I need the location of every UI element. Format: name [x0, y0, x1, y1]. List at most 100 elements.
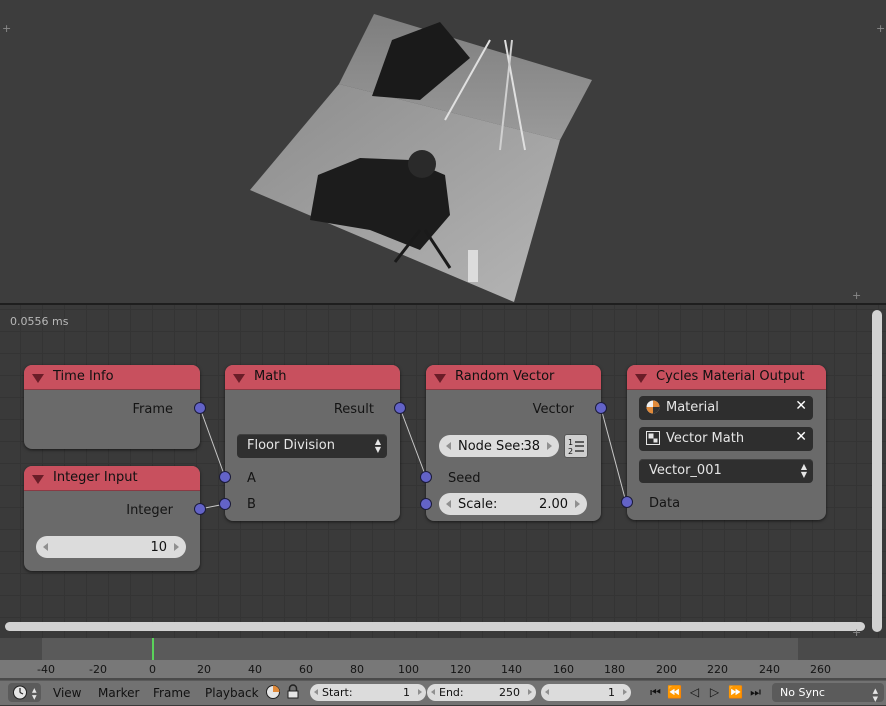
- play-icon[interactable]: ▷: [706, 684, 723, 701]
- tick-label: 60: [299, 663, 313, 676]
- jump-to-end-icon[interactable]: ⏭: [747, 684, 764, 701]
- updown-arrows-icon: ▲ ▼: [872, 687, 878, 703]
- jump-to-start-icon[interactable]: ⏮: [647, 684, 664, 701]
- node-tree-selector[interactable]: Vector Math ✕: [639, 427, 813, 451]
- socket-result-output[interactable]: [394, 402, 406, 414]
- node-time-info[interactable]: Time Info Frame: [24, 365, 200, 449]
- menu-marker[interactable]: Marker: [98, 686, 139, 700]
- tick-label: -20: [89, 663, 107, 676]
- node-math[interactable]: Math Result Floor Division ▲ ▼ A B: [225, 365, 400, 521]
- close-icon[interactable]: ✕: [795, 429, 807, 445]
- current-frame-playhead[interactable]: [152, 638, 154, 660]
- jump-to-keyframe-back-icon[interactable]: ⏪: [666, 684, 683, 701]
- node-header[interactable]: Time Info: [24, 365, 200, 390]
- tick-label: 200: [656, 663, 677, 676]
- output-label-integer: Integer: [126, 503, 173, 518]
- socket-b-input[interactable]: [219, 498, 231, 510]
- socket-a-input[interactable]: [219, 471, 231, 483]
- collapse-triangle-icon[interactable]: [434, 374, 446, 383]
- node-editor[interactable]: 0.0556 ms + Time Info Frame Integer Inpu…: [0, 305, 886, 638]
- vector-output-value: Vector_001: [649, 463, 722, 478]
- integer-value-field[interactable]: 10: [36, 536, 186, 558]
- collapse-triangle-icon[interactable]: [233, 374, 245, 383]
- increment-arrow-icon[interactable]: [528, 689, 532, 695]
- decrement-arrow-icon[interactable]: [545, 689, 549, 695]
- link-result-to-seed: [399, 407, 427, 478]
- tick-label: 240: [759, 663, 780, 676]
- horizontal-scrollbar[interactable]: [5, 622, 865, 631]
- increment-arrow-icon[interactable]: [547, 442, 552, 450]
- menu-view[interactable]: View: [53, 686, 81, 700]
- input-label-data: Data: [649, 496, 681, 511]
- timeline-header: ▲ ▼ View Marker Frame Playback Start: 1 …: [0, 680, 886, 705]
- socket-integer-output[interactable]: [194, 503, 206, 515]
- decrement-arrow-icon[interactable]: [314, 689, 318, 695]
- node-integer-input[interactable]: Integer Input Integer 10: [24, 466, 200, 571]
- operation-dropdown[interactable]: Floor Division ▲ ▼: [237, 434, 387, 458]
- node-header[interactable]: Random Vector: [426, 365, 601, 390]
- tick-label: 20: [197, 663, 211, 676]
- socket-scale-input[interactable]: [420, 498, 432, 510]
- material-selector[interactable]: Material ✕: [639, 396, 813, 420]
- collapse-triangle-icon[interactable]: [32, 475, 44, 484]
- increment-arrow-icon[interactable]: [575, 500, 580, 508]
- sync-mode-dropdown[interactable]: No Sync ▲ ▼: [772, 683, 884, 703]
- increment-arrow-icon[interactable]: [623, 689, 627, 695]
- play-reverse-icon[interactable]: ◁: [686, 684, 703, 701]
- start-value: 1: [403, 686, 410, 699]
- node-header[interactable]: Math: [225, 365, 400, 390]
- numbered-list-icon[interactable]: 1 2: [564, 434, 588, 458]
- socket-data-input[interactable]: [621, 496, 633, 508]
- node-header[interactable]: Cycles Material Output: [627, 365, 826, 390]
- editor-type-selector[interactable]: ▲ ▼: [8, 683, 41, 702]
- decrement-arrow-icon[interactable]: [446, 442, 451, 450]
- input-label-seed: Seed: [448, 471, 481, 486]
- tick-label: -40: [37, 663, 55, 676]
- timeline[interactable]: -40 -20 0 20 40 60 80 100 120 140 160 18…: [0, 638, 886, 680]
- socket-seed-input[interactable]: [420, 471, 432, 483]
- collapse-triangle-icon[interactable]: [635, 374, 647, 383]
- menu-playback[interactable]: Playback: [205, 686, 259, 700]
- start-label: Start:: [322, 686, 353, 699]
- current-frame-field[interactable]: 1: [541, 684, 631, 701]
- 3d-viewport[interactable]: + + +: [0, 0, 886, 303]
- input-label-b: B: [247, 497, 256, 512]
- collapse-triangle-icon[interactable]: [32, 374, 44, 383]
- end-frame-field[interactable]: End: 250: [427, 684, 536, 701]
- menu-frame[interactable]: Frame: [153, 686, 190, 700]
- start-frame-field[interactable]: Start: 1: [310, 684, 426, 701]
- decrement-arrow-icon[interactable]: [431, 689, 435, 695]
- jump-to-keyframe-forward-icon[interactable]: ⏩: [727, 684, 744, 701]
- node-title: Math: [254, 369, 287, 384]
- svg-text:▼: ▼: [32, 694, 37, 701]
- increment-arrow-icon[interactable]: [174, 543, 179, 551]
- area-split-corner-icon[interactable]: +: [852, 627, 861, 638]
- vector-output-dropdown[interactable]: Vector_001 ▲ ▼: [639, 459, 813, 483]
- node-header[interactable]: Integer Input: [24, 466, 200, 491]
- vertical-scrollbar[interactable]: [872, 310, 882, 632]
- textured-plane: [250, 14, 592, 302]
- tick-label: 120: [450, 663, 471, 676]
- lock-icon[interactable]: [286, 684, 300, 700]
- svg-text:1: 1: [568, 438, 573, 447]
- increment-arrow-icon[interactable]: [418, 689, 422, 695]
- close-icon[interactable]: ✕: [795, 398, 807, 414]
- material-sphere-icon: [646, 400, 660, 414]
- node-tree-name: Vector Math: [666, 431, 745, 446]
- material-name: Material: [666, 400, 719, 415]
- keying-set-icon[interactable]: [265, 684, 281, 700]
- tick-label: 160: [553, 663, 574, 676]
- socket-frame-output[interactable]: [194, 402, 206, 414]
- operation-value: Floor Division: [247, 438, 335, 453]
- current-frame-value: 1: [608, 686, 615, 699]
- node-seed-label: Node See:: [458, 439, 525, 454]
- decrement-arrow-icon[interactable]: [43, 543, 48, 551]
- node-random-vector[interactable]: Random Vector Vector Node See: 38 1 2 Se…: [426, 365, 601, 521]
- scale-field[interactable]: Scale: 2.00: [439, 493, 587, 515]
- node-seed-field[interactable]: Node See: 38: [439, 435, 559, 457]
- decrement-arrow-icon[interactable]: [446, 500, 451, 508]
- socket-vector-output[interactable]: [595, 402, 607, 414]
- node-cycles-material-output[interactable]: Cycles Material Output Material ✕ Vector…: [627, 365, 826, 520]
- frame-ruler[interactable]: -40 -20 0 20 40 60 80 100 120 140 160 18…: [0, 660, 886, 678]
- updown-arrows-icon: ▲ ▼: [800, 462, 807, 479]
